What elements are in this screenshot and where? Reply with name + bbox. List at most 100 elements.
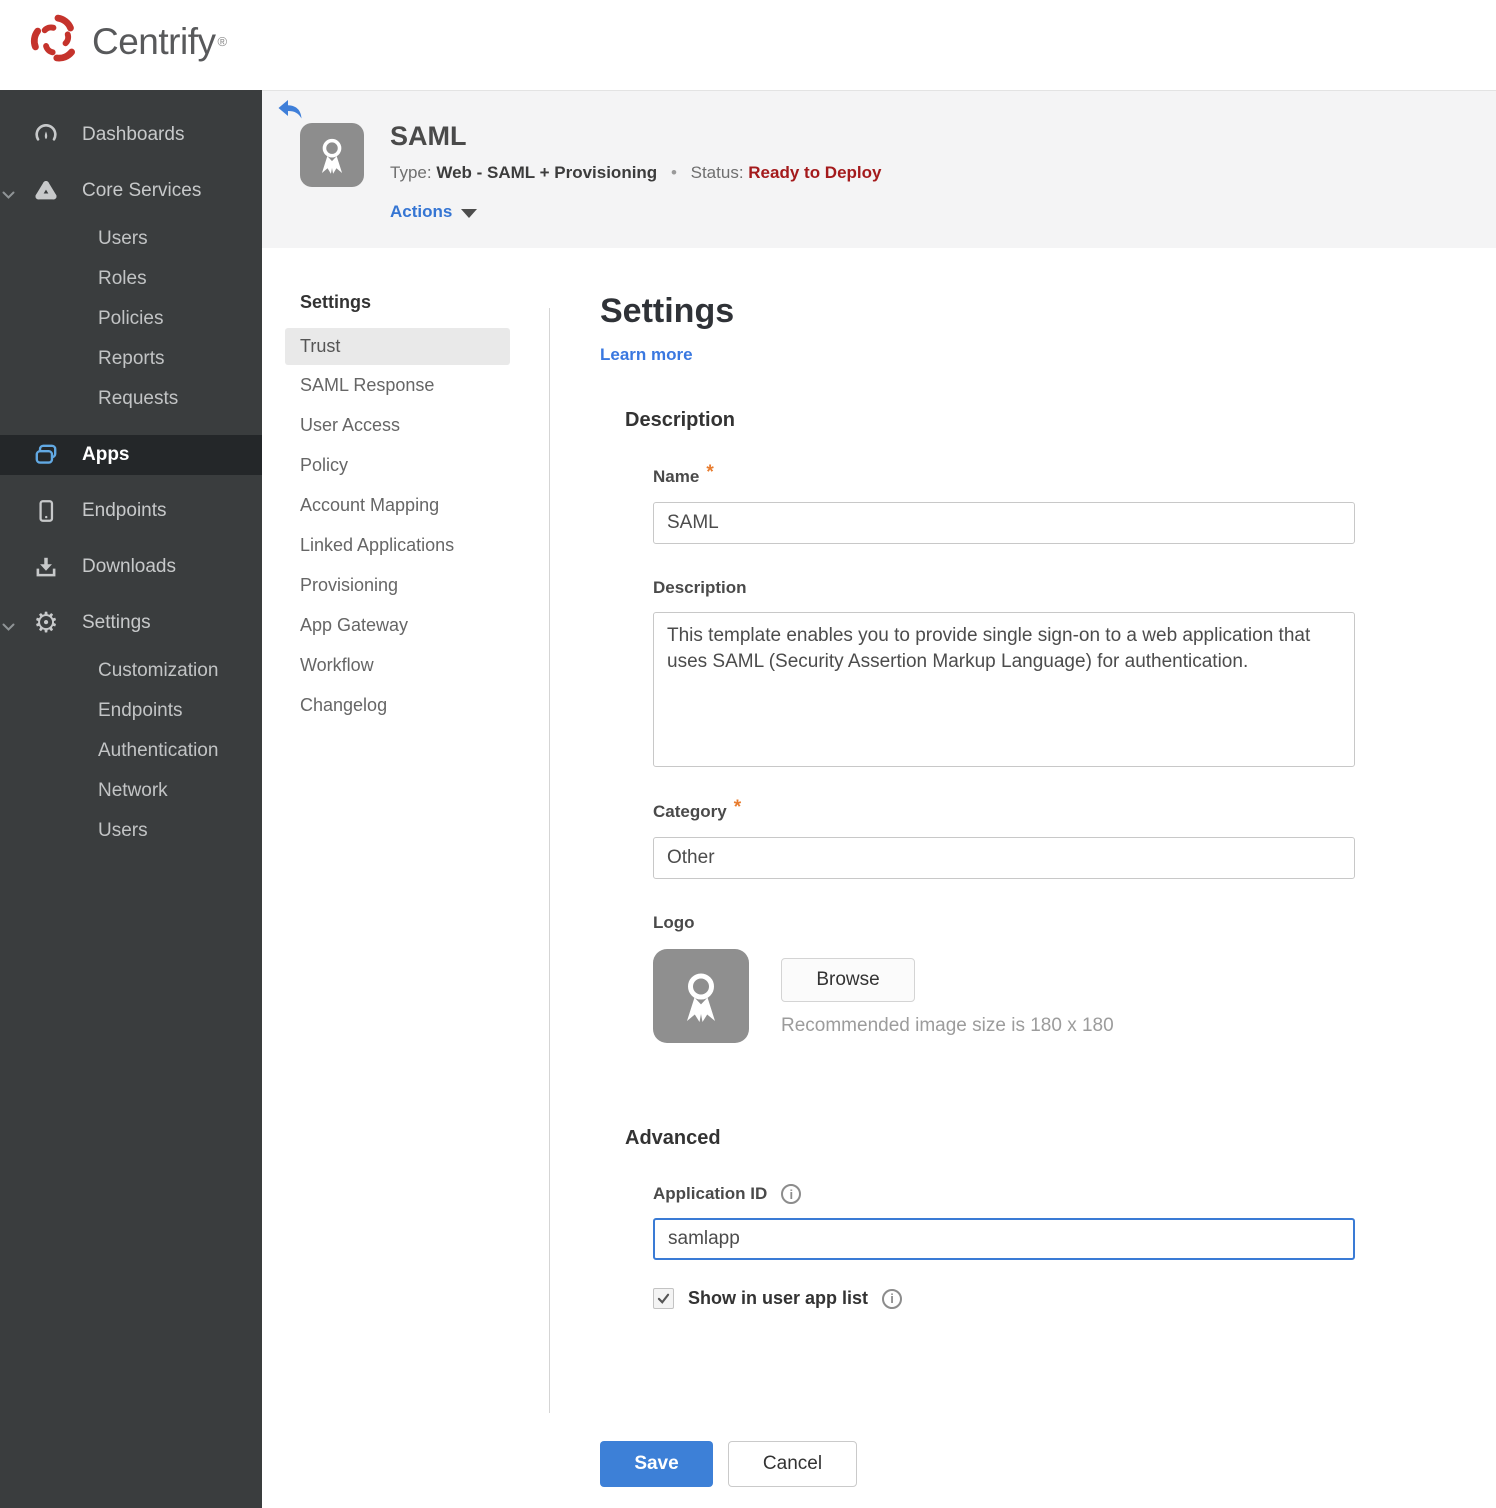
sidebar-item-settings-endpoints[interactable]: Endpoints bbox=[0, 691, 262, 731]
required-asterisk: * bbox=[706, 462, 714, 483]
browse-button[interactable]: Browse bbox=[781, 958, 915, 1002]
sidebar-item-apps[interactable]: Apps bbox=[0, 435, 262, 475]
sidebar-item-label: Downloads bbox=[82, 556, 176, 577]
chevron-down-icon bbox=[2, 619, 15, 637]
subnav-item-changelog[interactable]: Changelog bbox=[262, 685, 550, 725]
type-label: Type: bbox=[390, 163, 432, 182]
sidebar-item-label: Requests bbox=[98, 388, 179, 409]
subnav-item-trust[interactable]: Trust bbox=[285, 328, 510, 365]
sidebar-item-label: Apps bbox=[82, 444, 130, 465]
subnav-item-label: Workflow bbox=[300, 654, 374, 675]
subnav-item-label: Changelog bbox=[300, 694, 388, 715]
subnav-item-label: App Gateway bbox=[300, 614, 409, 635]
show-in-user-app-list-checkbox[interactable] bbox=[653, 1288, 674, 1309]
subnav-item-provisioning[interactable]: Provisioning bbox=[262, 565, 550, 605]
sidebar-item-downloads[interactable]: Downloads bbox=[0, 547, 262, 587]
subnav-item-label: Linked Applications bbox=[300, 534, 455, 555]
app-meta-line: Type: Web - SAML + Provisioning • Status… bbox=[390, 163, 881, 183]
sidebar-item-label: Core Services bbox=[82, 180, 202, 201]
sidebar-item-label: Endpoints bbox=[98, 700, 183, 721]
sidebar-item-endpoints[interactable]: Endpoints bbox=[0, 491, 262, 531]
logo-preview bbox=[653, 949, 749, 1043]
show-in-user-app-list-label: Show in user app list bbox=[688, 1288, 869, 1308]
description-label: Description bbox=[653, 578, 747, 597]
subnav-item-label: Account Mapping bbox=[300, 494, 440, 515]
content-divider bbox=[549, 308, 550, 1413]
sidebar-item-label: Customization bbox=[98, 660, 219, 681]
sidebar-item-label: Dashboards bbox=[82, 124, 185, 145]
back-arrow-icon[interactable] bbox=[277, 98, 303, 122]
settings-subnav: Settings Trust SAML Response User Access… bbox=[262, 248, 550, 725]
sidebar-item-users[interactable]: Users bbox=[0, 219, 262, 259]
sidebar-item-label: Reports bbox=[98, 348, 165, 369]
page-title: Settings bbox=[600, 292, 735, 330]
sidebar-item-label: Policies bbox=[98, 308, 164, 329]
name-field[interactable] bbox=[653, 502, 1355, 544]
subnav-item-linked-applications[interactable]: Linked Applications bbox=[262, 525, 550, 565]
download-icon bbox=[33, 554, 59, 580]
required-asterisk: * bbox=[733, 797, 742, 818]
subnav-item-user-access[interactable]: User Access bbox=[262, 405, 550, 445]
sidebar-item-label: Users bbox=[98, 228, 148, 249]
sidebar-item-label: Users bbox=[98, 820, 148, 841]
subnav-item-saml-response[interactable]: SAML Response bbox=[262, 365, 550, 405]
brand-logo[interactable]: Centrify ® bbox=[28, 12, 227, 71]
subnav-item-app-gateway[interactable]: App Gateway bbox=[262, 605, 550, 645]
chevron-down-icon bbox=[2, 187, 15, 205]
app-logo-badge bbox=[300, 123, 364, 187]
sidebar-item-label: Roles bbox=[98, 268, 147, 289]
sidebar-item-dashboards[interactable]: Dashboards bbox=[0, 115, 262, 155]
save-button[interactable]: Save bbox=[600, 1441, 713, 1487]
sidebar-item-reports[interactable]: Reports bbox=[0, 339, 262, 379]
learn-more-link[interactable]: Learn more bbox=[600, 345, 693, 365]
cancel-button[interactable]: Cancel bbox=[728, 1441, 857, 1487]
chevron-down-icon bbox=[461, 208, 478, 218]
application-id-field[interactable] bbox=[653, 1218, 1355, 1260]
status-badge: Ready to Deploy bbox=[748, 163, 882, 182]
centrify-admin-app: Centrify ® Dashboards Core Services User… bbox=[0, 0, 1496, 1508]
brand-name: Centrify bbox=[92, 20, 216, 62]
info-icon[interactable]: i bbox=[882, 1288, 903, 1309]
category-label: Category * bbox=[653, 797, 742, 821]
app-title: SAML bbox=[390, 121, 467, 151]
centrify-swirl-icon bbox=[28, 12, 82, 71]
sidebar-item-roles[interactable]: Roles bbox=[0, 259, 262, 299]
registered-mark: ® bbox=[217, 34, 228, 49]
core-services-icon bbox=[33, 178, 59, 204]
sidebar-item-customization[interactable]: Customization bbox=[0, 651, 262, 691]
sidebar-item-settings[interactable]: ⚙ Settings bbox=[0, 603, 262, 643]
apps-icon bbox=[33, 442, 59, 468]
main-sidebar: Dashboards Core Services Users Roles Pol… bbox=[0, 90, 262, 1508]
subnav-item-workflow[interactable]: Workflow bbox=[262, 645, 550, 685]
subnav-item-label: Trust bbox=[300, 336, 341, 356]
subnav-item-label: User Access bbox=[300, 414, 401, 435]
sidebar-item-authentication[interactable]: Authentication bbox=[0, 731, 262, 771]
app-page-header: SAML Type: Web - SAML + Provisioning • S… bbox=[262, 90, 1496, 248]
actions-dropdown[interactable]: Actions bbox=[390, 202, 478, 222]
category-field[interactable] bbox=[653, 837, 1355, 879]
sidebar-item-network[interactable]: Network bbox=[0, 771, 262, 811]
logo-size-hint: Recommended image size is 180 x 180 bbox=[781, 1015, 1114, 1036]
type-value: Web - SAML + Provisioning bbox=[436, 163, 658, 182]
sidebar-item-label: Settings bbox=[82, 612, 151, 633]
actions-label: Actions bbox=[390, 202, 453, 221]
sidebar-item-requests[interactable]: Requests bbox=[0, 379, 262, 419]
sidebar-item-label: Endpoints bbox=[82, 500, 167, 521]
status-label: Status: bbox=[690, 163, 744, 182]
subnav-item-account-mapping[interactable]: Account Mapping bbox=[262, 485, 550, 525]
sidebar-item-settings-users[interactable]: Users bbox=[0, 811, 262, 851]
logo-label: Logo bbox=[653, 913, 695, 932]
top-bar: Centrify ® bbox=[0, 0, 1496, 90]
sidebar-item-core-services[interactable]: Core Services bbox=[0, 171, 262, 211]
name-label: Name * bbox=[653, 462, 714, 486]
sidebar-item-label: Authentication bbox=[98, 740, 219, 761]
subnav-item-label: Policy bbox=[300, 454, 349, 475]
mobile-device-icon bbox=[33, 498, 59, 524]
description-field[interactable]: This template enables you to provide sin… bbox=[653, 612, 1355, 767]
info-icon[interactable]: i bbox=[781, 1184, 802, 1204]
sidebar-item-policies[interactable]: Policies bbox=[0, 299, 262, 339]
subnav-item-label: Provisioning bbox=[300, 574, 399, 595]
subnav-title: Settings bbox=[300, 292, 372, 312]
subnav-item-policy[interactable]: Policy bbox=[262, 445, 550, 485]
advanced-section-heading: Advanced bbox=[625, 1127, 721, 1149]
